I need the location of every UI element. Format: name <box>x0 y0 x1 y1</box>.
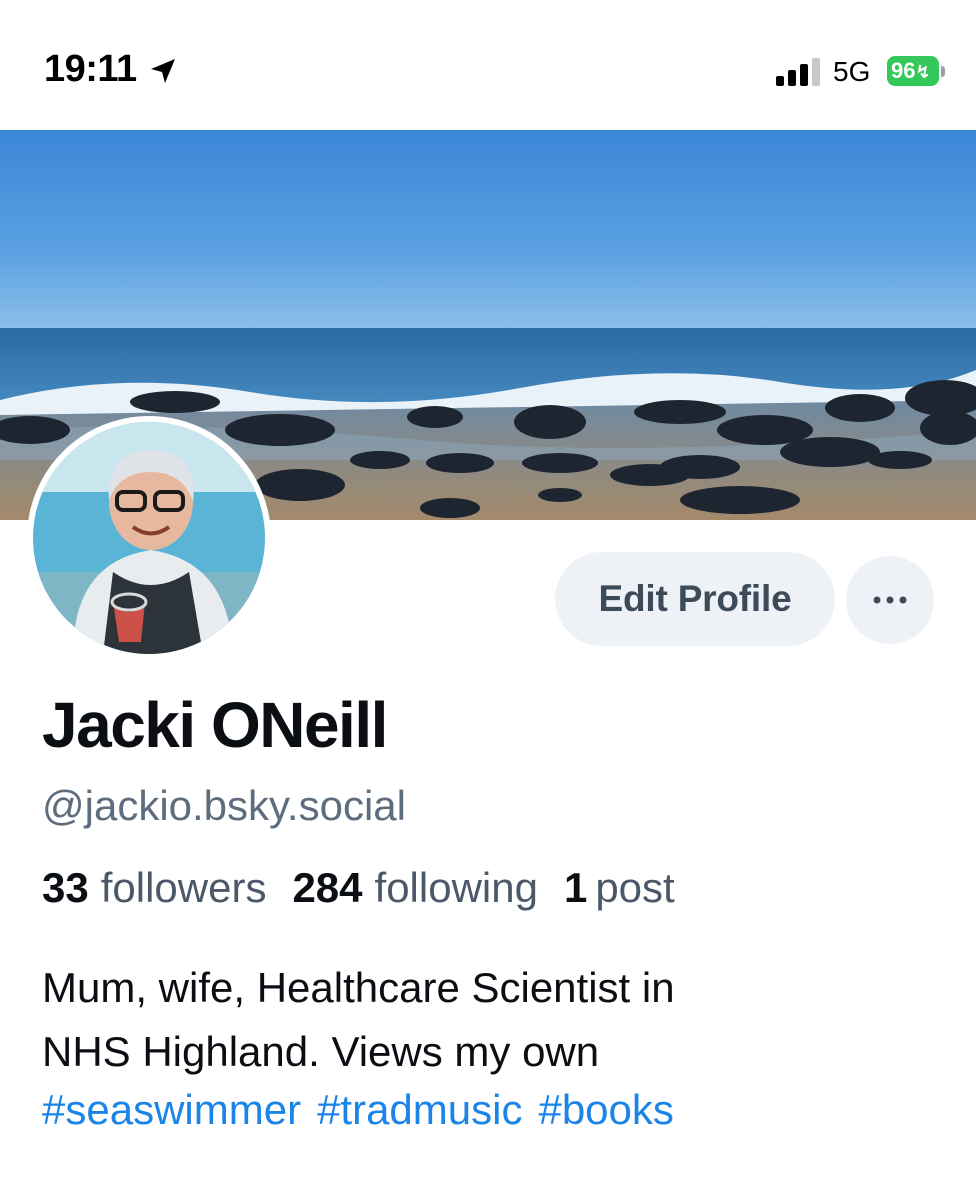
profile-avatar[interactable] <box>27 416 271 660</box>
hashtag-link[interactable]: #tradmusic <box>317 1086 522 1133</box>
hashtag-link[interactable]: #seaswimmer <box>42 1086 301 1133</box>
hashtag-link[interactable]: #books <box>538 1086 673 1133</box>
profile-handle: @jackio.bsky.social <box>42 782 406 829</box>
profile-bio: Mum, wife, Healthcare Scientist in NHS H… <box>42 956 942 1084</box>
followers-stat[interactable]: 33 followers <box>42 864 292 912</box>
followers-label: followers <box>100 864 267 911</box>
avatar-photo <box>33 422 265 654</box>
battery-charging-icon: 96↯ <box>887 56 947 88</box>
status-time: 19:11 <box>44 48 137 90</box>
followers-count: 33 <box>42 864 89 911</box>
bio-line: NHS Highland. Views my own <box>42 1028 600 1075</box>
posts-count: 1 <box>563 864 588 911</box>
following-label: following <box>374 864 538 911</box>
posts-stat: 1 post <box>564 864 675 912</box>
cellular-signal-icon <box>776 58 820 86</box>
display-name: Jacki ONeill <box>42 689 388 761</box>
network-type: 5G <box>833 56 871 87</box>
edit-profile-button[interactable]: Edit Profile <box>555 552 835 646</box>
bio-hashtags: #seaswimmer #tradmusic #books <box>42 1086 690 1134</box>
ellipsis-icon <box>873 596 907 604</box>
following-count: 284 <box>292 864 363 911</box>
posts-label: post <box>595 864 675 911</box>
status-bar: 19:11 5G 96↯ <box>0 0 976 130</box>
following-stat[interactable]: 284 following <box>292 864 564 912</box>
location-arrow-icon <box>151 59 175 83</box>
battery-level: 96↯ <box>887 56 939 86</box>
bio-line: Mum, wife, Healthcare Scientist in <box>42 964 675 1011</box>
more-options-button[interactable] <box>846 556 934 644</box>
profile-stats: 33 followers 284 following 1 post <box>42 864 675 912</box>
